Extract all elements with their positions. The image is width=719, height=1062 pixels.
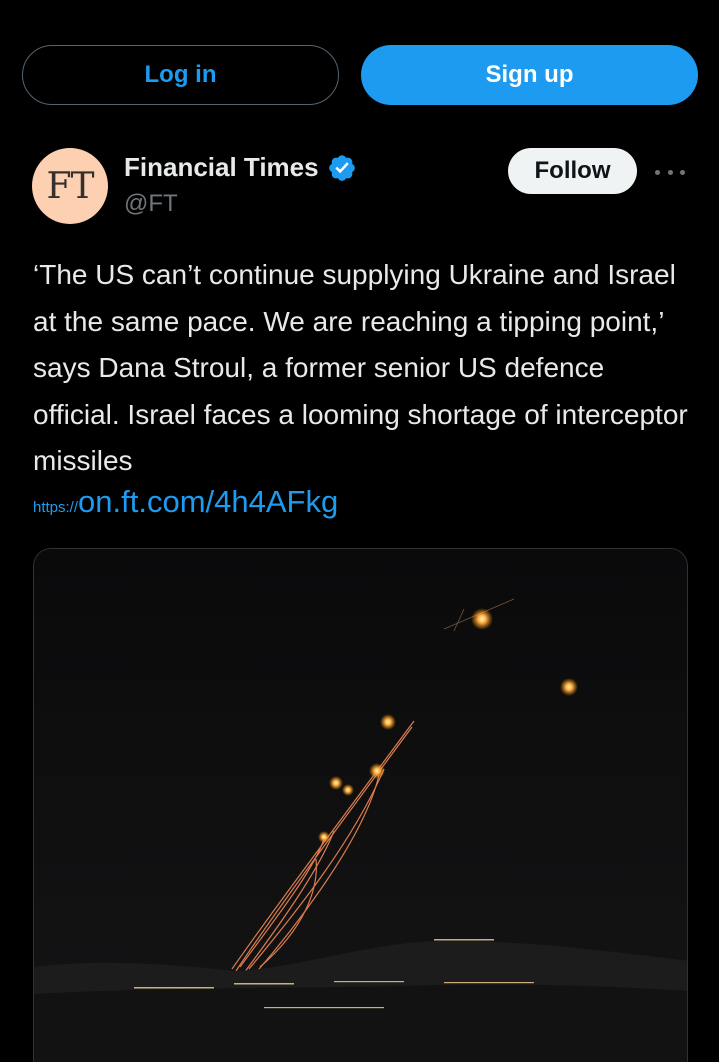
tweet-page: Log in Sign up FT Financial Times @FT Fo… — [0, 0, 719, 1062]
author-handle[interactable]: @FT — [124, 190, 178, 218]
tweet-text: ‘The US can’t continue supplying Ukraine… — [33, 259, 688, 476]
author-name[interactable]: Financial Times — [124, 152, 357, 183]
tweet-media[interactable] — [33, 548, 688, 1062]
signup-button[interactable]: Sign up — [361, 45, 698, 105]
author-name-label[interactable]: Financial Times — [124, 152, 319, 183]
link-protocol[interactable]: https:// — [33, 499, 78, 516]
verified-badge-icon — [327, 153, 357, 183]
link-url[interactable]: on.ft.com/4h4AFkg — [78, 484, 338, 520]
login-button[interactable]: Log in — [22, 45, 339, 105]
night-sky-photo-icon — [34, 549, 687, 1062]
tweet-link[interactable]: https:// on.ft.com/4h4AFkg — [33, 484, 338, 520]
avatar[interactable]: FT — [32, 148, 108, 224]
more-options-icon[interactable] — [655, 160, 685, 184]
follow-button[interactable]: Follow — [508, 148, 637, 194]
